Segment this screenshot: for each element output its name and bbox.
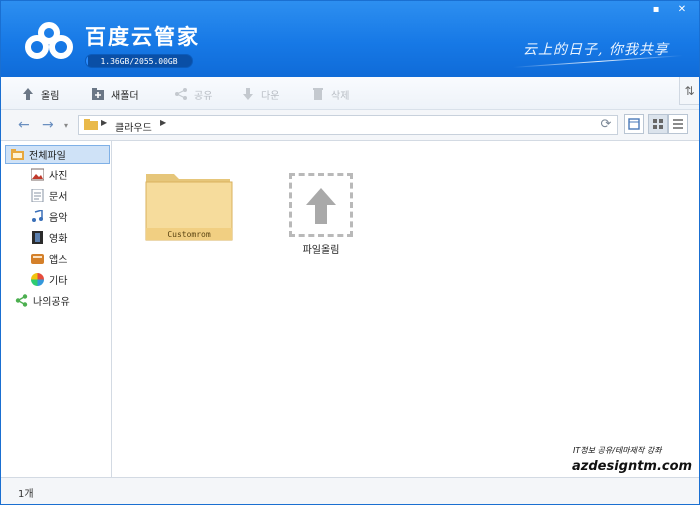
minimize-button[interactable]: ▪: [649, 4, 663, 16]
music-icon: [32, 210, 43, 222]
sidebar-item-my-shares[interactable]: 나의공유: [1, 291, 111, 310]
download-label: 다운: [261, 90, 280, 102]
sidebar-item-documents[interactable]: 문서: [1, 186, 111, 205]
folder-icon: [11, 149, 24, 160]
download-button[interactable]: 다운: [241, 86, 279, 102]
sidebar-item-label: 음악: [49, 213, 68, 224]
share-button[interactable]: 공유: [174, 86, 212, 102]
photo-icon: [31, 168, 44, 181]
back-arrow-icon[interactable]: ←: [18, 117, 30, 133]
download-arrow-icon: [243, 88, 253, 100]
chevron-right-icon[interactable]: ▶: [101, 118, 107, 127]
folder-icon: [84, 119, 98, 130]
storage-quota: 1.36GB/2055.00GB: [85, 54, 193, 68]
history-dropdown-icon[interactable]: ▾: [64, 121, 68, 130]
close-button[interactable]: ✕: [675, 4, 689, 16]
new-folder-icon: [92, 88, 104, 100]
sidebar-item-label: 앱스: [49, 255, 68, 266]
share-icon: [15, 294, 28, 307]
film-icon: [32, 231, 43, 244]
upload-label: 올림: [41, 90, 60, 102]
breadcrumb-item-cloud[interactable]: 클라우드: [115, 119, 152, 134]
watermark-caption: IT정보 공유/테마제작 강좌: [573, 446, 662, 455]
item-count: 1개: [18, 489, 34, 500]
toolbar: 올림 새폴더 공유 다운 삭제: [1, 77, 699, 110]
new-folder-label: 새폴더: [111, 90, 139, 102]
pie-icon: [31, 273, 44, 286]
sidebar-item-label: 전체파일: [29, 151, 66, 162]
sidebar: 전체파일 사진 문서 음악 영화 앱스 기타 나의공유: [1, 141, 112, 477]
sidebar-item-label: 영화: [49, 234, 68, 245]
list-view-button[interactable]: [668, 114, 688, 134]
grid-view-icon: [653, 119, 663, 129]
forward-arrow-icon[interactable]: →: [42, 117, 54, 133]
trash-icon: [313, 88, 323, 100]
sidebar-item-label: 기타: [49, 276, 68, 287]
sidebar-item-movies[interactable]: 영화: [1, 228, 111, 247]
grid-view-button[interactable]: [648, 114, 668, 134]
preview-pane-button[interactable]: [624, 114, 644, 134]
document-icon: [31, 189, 44, 202]
delete-button[interactable]: 삭제: [311, 86, 349, 102]
window-controls: ▪ ✕: [649, 4, 689, 16]
new-folder-button[interactable]: 새폴더: [91, 86, 139, 102]
sidebar-item-label: 문서: [49, 192, 68, 203]
app-title: 百度云管家: [85, 25, 200, 49]
upload-drop-zone[interactable]: [289, 173, 353, 237]
sidebar-item-all-files[interactable]: 전체파일: [5, 145, 110, 164]
baidu-cloud-logo-icon: [25, 22, 73, 59]
refresh-icon[interactable]: ⟳: [598, 117, 614, 133]
sidebar-item-music[interactable]: 음악: [1, 207, 111, 226]
sidebar-item-label: 나의공유: [33, 297, 70, 308]
sidebar-item-apps[interactable]: 앱스: [1, 249, 111, 268]
sidebar-item-photos[interactable]: 사진: [1, 165, 111, 184]
list-view-icon: [673, 119, 683, 129]
sidebar-item-others[interactable]: 기타: [1, 270, 111, 289]
sidebar-item-label: 사진: [49, 171, 68, 182]
slogan: 云上的日子, 你我共享: [523, 42, 669, 58]
share-icon: [175, 88, 187, 100]
watermark-site: azdesigntm.com: [572, 459, 693, 474]
storage-text: 1.36GB/2055.00GB: [100, 57, 178, 66]
share-label: 공유: [194, 90, 213, 102]
upload-arrow-icon: [23, 88, 33, 100]
upload-label: 파일올림: [302, 245, 340, 256]
preview-pane-icon: [628, 118, 640, 130]
header-banner: 百度云管家 1.36GB/2055.00GB 云上的日子, 你我共享 ▪ ✕: [1, 1, 699, 77]
apps-icon: [31, 254, 44, 264]
transfer-panel-toggle-icon[interactable]: ⇅: [679, 77, 699, 105]
chevron-right-icon[interactable]: ▶: [160, 118, 166, 127]
address-bar: ← → ▾ ▶ 클라우드 ▶ ⟳: [1, 110, 699, 141]
app-window: 百度云管家 1.36GB/2055.00GB 云上的日子, 你我共享 ▪ ✕ 올…: [0, 0, 700, 505]
folder-name: Customrom: [167, 230, 211, 239]
upload-arrow-icon: [306, 188, 336, 224]
file-grid: Customrom 파일올림 IT정보 공유/테마제작 강좌 azdesignt…: [112, 141, 699, 477]
status-bar: 1개: [1, 477, 699, 504]
folder-item-customrom[interactable]: Customrom: [144, 168, 234, 243]
delete-label: 삭제: [331, 90, 350, 102]
upload-button[interactable]: 올림: [21, 86, 59, 102]
breadcrumb[interactable]: ▶ 클라우드 ▶: [78, 115, 618, 135]
upload-file-tile[interactable]: 파일올림: [289, 173, 353, 256]
